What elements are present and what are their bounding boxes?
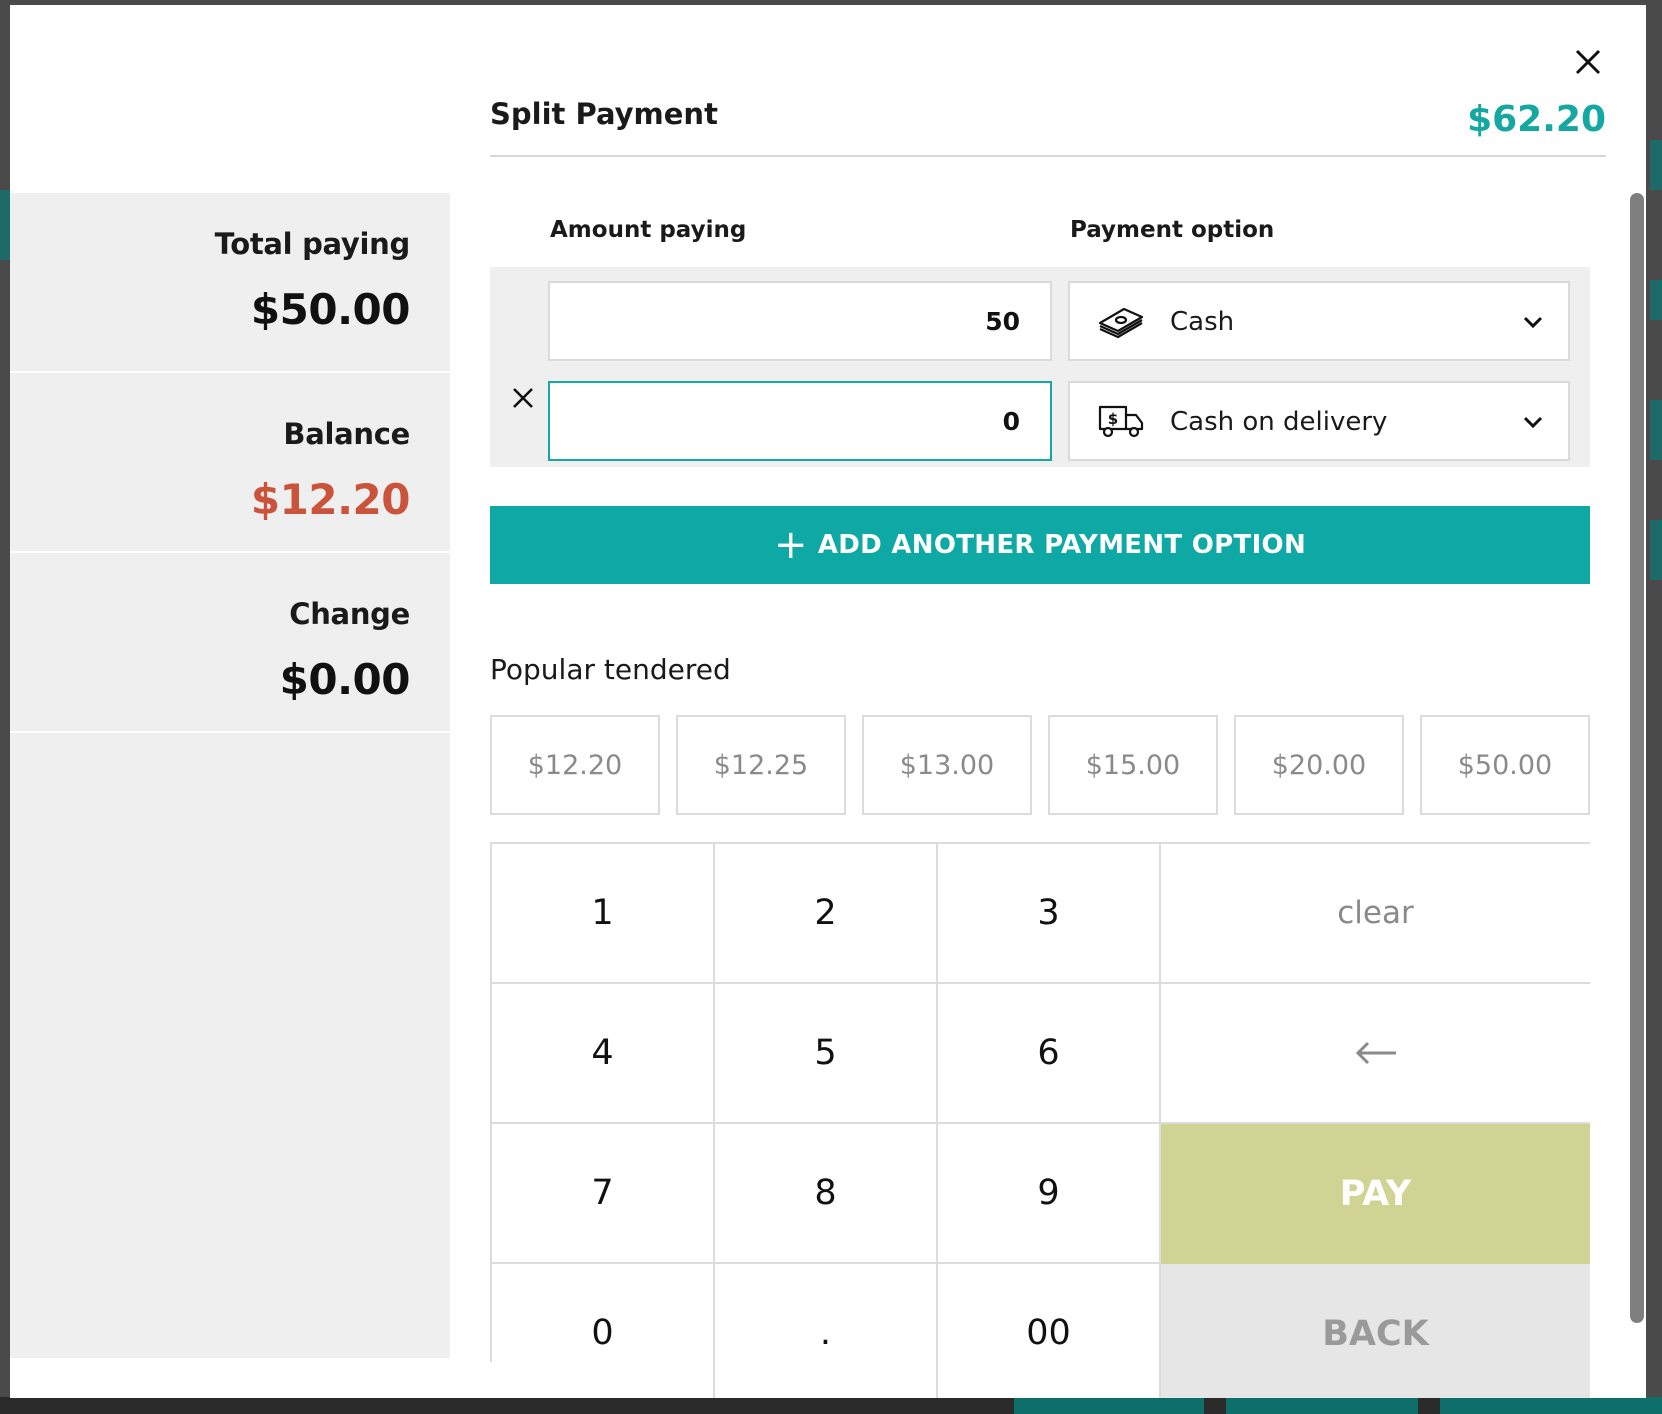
change-value: $0.00 — [279, 655, 411, 704]
remove-row-button[interactable] — [508, 383, 538, 413]
close-button[interactable] — [1573, 47, 1603, 77]
key-9[interactable]: 9 — [938, 1124, 1161, 1264]
backdrop-discount-button — [1014, 1397, 1204, 1414]
payment-option-select[interactable]: $ Cash on delivery — [1068, 381, 1570, 461]
balance-value: $12.20 — [250, 475, 411, 524]
key-3[interactable]: 3 — [938, 844, 1161, 984]
popular-tendered-label: Popular tendered — [490, 653, 731, 686]
balance-label: Balance — [283, 417, 410, 451]
pay-button[interactable]: PAY — [1161, 1124, 1590, 1264]
payment-option-label: Cash on delivery — [1170, 407, 1388, 437]
order-total: $62.20 — [1467, 99, 1606, 140]
payment-option-select[interactable]: Cash — [1068, 281, 1570, 361]
payment-rows: Cash $ Cash on delivery — [490, 267, 1590, 467]
backdrop-strip — [1650, 400, 1662, 460]
total-paying-label: Total paying — [214, 227, 411, 261]
close-icon — [1575, 49, 1601, 75]
add-payment-option-button[interactable]: + ADD ANOTHER PAYMENT OPTION — [490, 506, 1590, 584]
key-double-zero[interactable]: 00 — [938, 1264, 1161, 1398]
key-0[interactable]: 0 — [492, 1264, 715, 1398]
close-icon — [513, 388, 533, 408]
key-4[interactable]: 4 — [492, 984, 715, 1124]
cash-icon — [1098, 307, 1144, 339]
balance-block: Balance $12.20 — [10, 373, 450, 553]
split-payment-dialog: Total paying $50.00 Balance $12.20 Chang… — [10, 5, 1646, 1398]
delivery-truck-icon: $ — [1098, 405, 1144, 438]
header-divider — [490, 155, 1606, 157]
total-paying-block: Total paying $50.00 — [10, 193, 450, 373]
svg-text:$: $ — [1108, 410, 1118, 428]
amount-input[interactable] — [548, 381, 1052, 461]
dialog-title: Split Payment — [490, 97, 718, 131]
backdrop-strip — [0, 190, 10, 260]
tender-button[interactable]: $13.00 — [862, 715, 1032, 815]
key-5[interactable]: 5 — [715, 984, 938, 1124]
tender-button[interactable]: $50.00 — [1420, 715, 1590, 815]
key-1[interactable]: 1 — [492, 844, 715, 984]
add-payment-option-label: ADD ANOTHER PAYMENT OPTION — [817, 530, 1307, 560]
tender-button[interactable]: $15.00 — [1048, 715, 1218, 815]
backdrop-strip — [1650, 280, 1662, 320]
tender-button[interactable]: $20.00 — [1234, 715, 1404, 815]
backspace-button[interactable] — [1161, 984, 1590, 1124]
arrow-left-icon — [1355, 1041, 1396, 1065]
key-decimal[interactable]: . — [715, 1264, 938, 1398]
backdrop-button — [1440, 1397, 1662, 1414]
clear-button[interactable]: clear — [1161, 844, 1590, 984]
plus-icon: + — [773, 522, 808, 568]
tender-button[interactable]: $12.25 — [676, 715, 846, 815]
total-paying-value: $50.00 — [250, 285, 411, 334]
amount-input[interactable] — [548, 281, 1052, 361]
chevron-down-icon — [1523, 416, 1543, 429]
tender-button[interactable]: $12.20 — [490, 715, 660, 815]
payment-option-header: Payment option — [1070, 217, 1275, 243]
change-label: Change — [289, 597, 410, 631]
chevron-down-icon — [1523, 316, 1543, 329]
backdrop-strip — [1650, 140, 1662, 190]
backdrop-coupon-button — [1226, 1397, 1418, 1414]
amount-paying-header: Amount paying — [550, 217, 747, 243]
change-block: Change $0.00 — [10, 553, 450, 733]
backdrop-strip — [1650, 520, 1662, 580]
key-7[interactable]: 7 — [492, 1124, 715, 1264]
scrollbar[interactable] — [1630, 193, 1644, 1323]
key-8[interactable]: 8 — [715, 1124, 938, 1264]
back-button[interactable]: BACK — [1161, 1264, 1590, 1398]
key-6[interactable]: 6 — [938, 984, 1161, 1124]
numeric-keypad: 1 2 3 clear 4 5 6 7 8 9 PAY 0 . 00 BACK — [490, 842, 1590, 1398]
payment-option-label: Cash — [1170, 307, 1235, 337]
payment-summary-panel: Total paying $50.00 Balance $12.20 Chang… — [10, 193, 450, 1358]
key-2[interactable]: 2 — [715, 844, 938, 984]
